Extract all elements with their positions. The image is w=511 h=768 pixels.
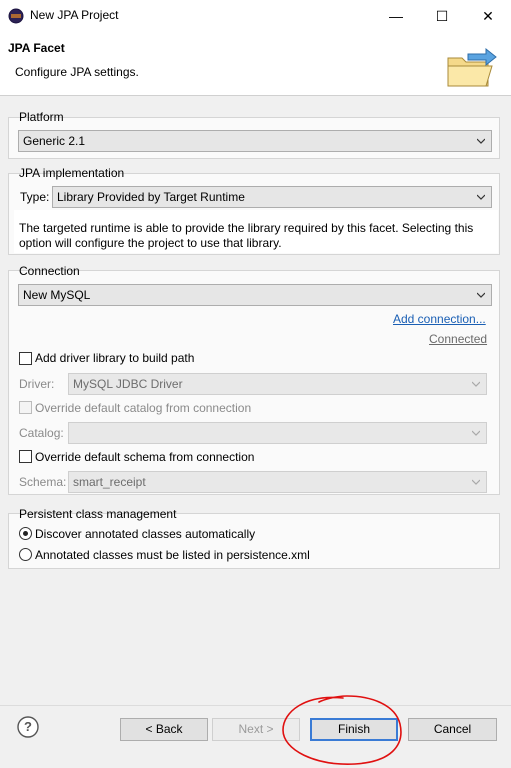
override-catalog-checkbox[interactable] <box>19 401 32 414</box>
footer-separator <box>0 705 511 706</box>
driver-combo[interactable]: MySQL JDBC Driver <box>68 373 487 395</box>
finish-button[interactable]: Finish <box>310 718 398 741</box>
wizard-header <box>0 32 511 96</box>
chevron-down-icon <box>472 381 480 387</box>
add-connection-link[interactable]: Add connection... <box>393 312 486 326</box>
window-title: New JPA Project <box>30 8 119 22</box>
driver-label: Driver: <box>19 377 55 391</box>
schema-combo[interactable]: smart_receipt <box>68 471 487 493</box>
maximize-button[interactable]: ☐ <box>419 0 465 32</box>
info-text-line1: The targeted runtime is able to provide … <box>19 221 474 235</box>
platform-combo-value: Generic 2.1 <box>23 134 86 148</box>
schema-combo-value: smart_receipt <box>73 475 146 489</box>
chevron-down-icon <box>477 194 485 200</box>
help-icon[interactable]: ? <box>17 716 39 738</box>
folder-arrow-icon <box>447 47 497 87</box>
eclipse-icon <box>8 8 24 24</box>
back-button[interactable]: < Back <box>120 718 208 741</box>
platform-combo[interactable]: Generic 2.1 <box>18 130 492 152</box>
page-description: Configure JPA settings. <box>15 65 139 79</box>
type-combo-value: Library Provided by Target Runtime <box>57 190 245 204</box>
driver-combo-value: MySQL JDBC Driver <box>73 377 183 391</box>
catalog-label: Catalog: <box>19 426 64 440</box>
connection-combo[interactable]: New MySQL <box>18 284 492 306</box>
override-schema-label: Override default schema from connection <box>35 450 255 464</box>
override-catalog-label: Override default catalog from connection <box>35 401 252 415</box>
jpa-implementation-group-label: JPA implementation <box>19 166 125 180</box>
next-button[interactable]: Next > <box>212 718 300 741</box>
discover-classes-label: Discover annotated classes automatically <box>35 527 256 541</box>
chevron-down-icon <box>477 292 485 298</box>
schema-label: Schema: <box>19 475 67 489</box>
add-driver-checkbox[interactable] <box>19 352 32 365</box>
type-combo[interactable]: Library Provided by Target Runtime <box>52 186 492 208</box>
listed-classes-radio[interactable] <box>19 548 32 561</box>
chevron-down-icon <box>472 479 480 485</box>
listed-classes-label: Annotated classes must be listed in pers… <box>35 548 310 562</box>
chevron-down-icon <box>477 138 485 144</box>
connection-combo-value: New MySQL <box>23 288 91 302</box>
minimize-button[interactable]: — <box>373 0 419 32</box>
page-title: JPA Facet <box>8 41 65 55</box>
platform-group-label: Platform <box>19 110 64 124</box>
info-text-line2: option will configure the project to use… <box>19 236 282 250</box>
connection-group-label: Connection <box>19 264 80 278</box>
persistent-class-group-label: Persistent class management <box>19 507 177 521</box>
help-symbol: ? <box>24 719 32 734</box>
override-schema-checkbox[interactable] <box>19 450 32 463</box>
discover-classes-radio[interactable] <box>19 527 32 540</box>
connection-status: Connected <box>429 332 488 346</box>
chevron-down-icon <box>472 430 480 436</box>
catalog-combo[interactable] <box>68 422 487 444</box>
add-driver-label: Add driver library to build path <box>35 351 195 365</box>
close-button[interactable]: ✕ <box>465 0 511 32</box>
type-label: Type: <box>20 190 50 204</box>
cancel-button[interactable]: Cancel <box>408 718 497 741</box>
